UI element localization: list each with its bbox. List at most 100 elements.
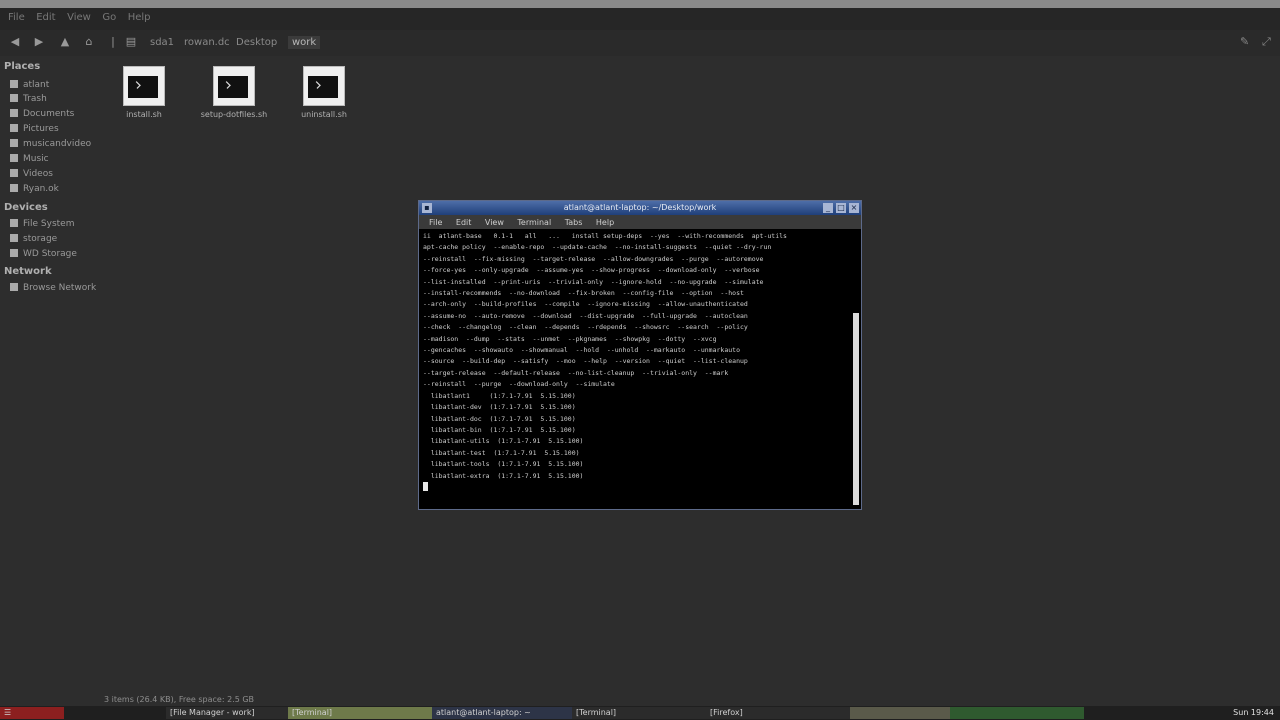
- terminal-line: libatlant-bin (1:7.1-7.91 5.15.100): [423, 425, 576, 434]
- menu-edit[interactable]: Edit: [36, 12, 55, 23]
- minimize-icon[interactable]: _: [823, 203, 833, 213]
- desktop-file-install[interactable]: install.sh: [104, 66, 184, 120]
- folder-icon: [10, 109, 18, 117]
- task-terminal-active[interactable]: [Terminal]: [288, 707, 432, 719]
- sidebar-item-wd-storage[interactable]: WD Storage: [10, 249, 77, 263]
- sidebar-item-ryan[interactable]: Ryan.ok: [10, 184, 59, 198]
- workspace-pager[interactable]: [850, 707, 950, 719]
- network-icon: [10, 283, 18, 291]
- menu-bar: File Edit View Go Help: [0, 8, 1280, 30]
- terminal-menu-terminal[interactable]: Terminal: [517, 218, 551, 227]
- terminal-menu-tabs[interactable]: Tabs: [565, 218, 583, 227]
- sidebar-item-music[interactable]: Music: [10, 154, 49, 168]
- start-menu-button[interactable]: ☰: [0, 707, 64, 719]
- desktop-file-uninstall[interactable]: uninstall.sh: [284, 66, 364, 120]
- task-firefox[interactable]: [Firefox]: [706, 707, 850, 719]
- menu-file[interactable]: File: [8, 12, 25, 23]
- breadcrumb-desktop[interactable]: Desktop: [232, 36, 281, 49]
- sidebar: Places atlant Trash Documents Pictures m…: [0, 58, 96, 688]
- file-name: setup-dotfiles.sh: [200, 110, 268, 119]
- terminal-menu-view[interactable]: View: [485, 218, 504, 227]
- system-monitor-graph: [950, 707, 1084, 719]
- separator-icon: |: [111, 35, 115, 48]
- folder-icon: [10, 169, 18, 177]
- trash-icon: [10, 94, 18, 102]
- menu-go[interactable]: Go: [102, 12, 116, 23]
- terminal-menubar: File Edit View Terminal Tabs Help: [419, 215, 861, 229]
- devices-header: Devices: [4, 202, 48, 213]
- window-top-edge: [0, 0, 1280, 8]
- statusbar-text: 3 items (26.4 KB), Free space: 2.5 GB: [104, 695, 255, 704]
- terminal-line: --check --changelog --clean --depends --…: [423, 323, 748, 332]
- terminal-menu-edit[interactable]: Edit: [456, 218, 472, 227]
- drive-icon: [10, 234, 18, 242]
- terminal-line: --reinstall --fix-missing --target-relea…: [423, 254, 764, 263]
- terminal-line: --force-yes --only-upgrade --assume-yes …: [423, 266, 760, 275]
- breadcrumb-sda1[interactable]: sda1: [146, 36, 178, 49]
- sidebar-item-browse-network[interactable]: Browse Network: [10, 283, 96, 297]
- terminal-menu-help[interactable]: Help: [596, 218, 614, 227]
- close-icon[interactable]: ×: [849, 203, 859, 213]
- folder-icon: [10, 124, 18, 132]
- terminal-script-icon: [303, 66, 345, 106]
- places-header: Places: [4, 61, 41, 72]
- sidebar-item-pictures[interactable]: Pictures: [10, 124, 59, 138]
- terminal-line: --target-release --default-release --no-…: [423, 368, 729, 377]
- terminal-line: --gencaches --showauto --showmanual --ho…: [423, 346, 740, 355]
- terminal-line: libatlant-utils (1:7.1-7.91 5.15.100): [423, 437, 584, 446]
- terminal-line: libatlant-tools (1:7.1-7.91 5.15.100): [423, 460, 584, 469]
- terminal-window[interactable]: ▪ atlant@atlant-laptop: ~/Desktop/work _…: [418, 200, 862, 510]
- file-name: uninstall.sh: [301, 110, 347, 119]
- sidebar-item-filesystem[interactable]: File System: [10, 219, 74, 233]
- taskbar: ☰ [File Manager - work] [Terminal] atlan…: [0, 706, 1280, 720]
- terminal-menu-file[interactable]: File: [429, 218, 442, 227]
- home-icon[interactable]: ⌂: [82, 35, 96, 49]
- back-icon[interactable]: ◀: [8, 35, 22, 49]
- terminal-line: --assume-no --auto-remove --download --d…: [423, 311, 748, 320]
- menu-help[interactable]: Help: [128, 12, 151, 23]
- terminal-line: --source --build-dep --satisfy --moo --h…: [423, 357, 748, 366]
- folder-icon: [10, 154, 18, 162]
- terminal-line: libatlant-doc (1:7.1-7.91 5.15.100): [423, 414, 576, 423]
- sidebar-item-home[interactable]: atlant: [10, 80, 49, 94]
- folder-icon: [10, 139, 18, 147]
- forward-icon[interactable]: ▶: [32, 35, 46, 49]
- terminal-titlebar[interactable]: ▪ atlant@atlant-laptop: ~/Desktop/work _…: [419, 201, 861, 215]
- network-header: Network: [4, 266, 52, 277]
- window-menu-icon[interactable]: ▪: [422, 203, 432, 213]
- terminal-scrollbar[interactable]: [853, 313, 859, 505]
- breadcrumb-rowan[interactable]: rowan.dc: [180, 36, 234, 49]
- breadcrumb-work[interactable]: work: [288, 36, 321, 49]
- terminal-line: libatlant1 (1:7.1-7.91 5.15.100): [423, 391, 576, 400]
- terminal-line: libatlant-extra (1:7.1-7.91 5.15.100): [423, 471, 584, 480]
- sidebar-item-musicandvideo[interactable]: musicandvideo: [10, 139, 91, 153]
- fullscreen-icon[interactable]: ⤢: [1262, 35, 1271, 49]
- desktop-file-setup[interactable]: setup-dotfiles.sh: [194, 66, 274, 120]
- toggle-path-icon[interactable]: ▤: [124, 35, 138, 49]
- up-icon[interactable]: ▲: [58, 35, 72, 49]
- terminal-line: ii atlant-base 0.1-1 all ... install set…: [423, 232, 787, 240]
- sidebar-item-trash[interactable]: Trash: [10, 94, 47, 108]
- terminal-line: apt-cache policy --enable-repo --update-…: [423, 243, 772, 252]
- home-folder-icon: [10, 80, 18, 88]
- drive-icon: [10, 249, 18, 257]
- zoom-icon[interactable]: ✎: [1240, 35, 1249, 48]
- menu-view[interactable]: View: [67, 12, 91, 23]
- file-name: install.sh: [126, 110, 162, 119]
- taskbar-clock[interactable]: Sun 19:44: [1233, 707, 1274, 719]
- terminal-line: libatlant-dev (1:7.1-7.91 5.15.100): [423, 403, 576, 412]
- terminal-script-icon: [213, 66, 255, 106]
- terminal-line: --arch-only --build-profiles --compile -…: [423, 300, 748, 309]
- task-terminal-2[interactable]: [Terminal]: [572, 707, 706, 719]
- sidebar-item-videos[interactable]: Videos: [10, 169, 53, 183]
- sidebar-item-storage[interactable]: storage: [10, 234, 57, 248]
- sidebar-item-documents[interactable]: Documents: [10, 109, 74, 123]
- drive-icon: [10, 219, 18, 227]
- task-terminal-session[interactable]: atlant@atlant-laptop: ~: [432, 707, 572, 719]
- terminal-output[interactable]: ii atlant-base 0.1-1 all ... install set…: [423, 231, 847, 507]
- task-file-manager[interactable]: [File Manager - work]: [166, 707, 288, 719]
- terminal-title: atlant@atlant-laptop: ~/Desktop/work: [563, 203, 717, 212]
- maximize-icon[interactable]: □: [836, 203, 846, 213]
- toolbar: ◀ ▶ ▲ ⌂ | ▤ sda1 rowan.dc Desktop work ✎…: [0, 30, 1280, 56]
- text-cursor: [423, 481, 428, 491]
